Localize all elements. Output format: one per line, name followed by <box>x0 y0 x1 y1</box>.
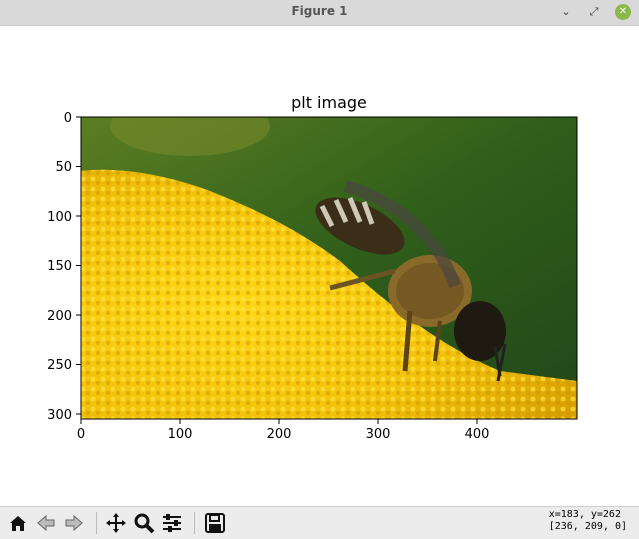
y-tick-label: 300 <box>47 408 72 423</box>
pixel-value: [236, 209, 0] <box>548 521 627 532</box>
back-icon[interactable] <box>34 511 58 535</box>
cursor-readout: x=183, y=262 [236, 209, 0] <box>549 509 627 533</box>
axes-title: plt image <box>291 93 367 112</box>
window-title: Figure 1 <box>291 4 348 18</box>
minimize-button[interactable]: ⌄ <box>558 4 574 20</box>
y-tick-label: 200 <box>47 309 72 324</box>
y-tick-label: 50 <box>55 160 72 175</box>
home-icon[interactable] <box>6 511 30 535</box>
figure-canvas[interactable]: plt image 0 50 100 150 200 250 300 0 100… <box>0 26 639 505</box>
x-tick-label: 300 <box>366 427 391 442</box>
restore-button[interactable]: ⤢ <box>586 4 602 20</box>
navigation-toolbar: x=183, y=262 [236, 209, 0] <box>0 506 639 539</box>
toolbar-separator <box>96 512 97 534</box>
bee-photo <box>81 117 577 419</box>
y-tick-label: 0 <box>64 111 72 126</box>
save-icon[interactable] <box>203 511 227 535</box>
toolbar-separator <box>194 512 195 534</box>
close-button[interactable]: ✕ <box>615 4 631 20</box>
x-tick-label: 400 <box>465 427 490 442</box>
y-tick-label: 100 <box>47 210 72 225</box>
zoom-icon[interactable] <box>132 511 156 535</box>
pan-icon[interactable] <box>104 511 128 535</box>
x-tick-label: 200 <box>267 427 292 442</box>
cursor-coords: x=183, y=262 <box>548 509 621 520</box>
x-tick-label: 0 <box>77 427 85 442</box>
forward-icon[interactable] <box>62 511 86 535</box>
x-tick-label: 100 <box>168 427 193 442</box>
y-tick-label: 250 <box>47 358 72 373</box>
y-tick-label: 150 <box>47 259 72 274</box>
window-titlebar: Figure 1 ⌄ ⤢ ✕ <box>0 0 639 26</box>
figure-svg: plt image 0 50 100 150 200 250 300 0 100… <box>47 93 578 442</box>
configure-subplots-icon[interactable] <box>160 511 184 535</box>
